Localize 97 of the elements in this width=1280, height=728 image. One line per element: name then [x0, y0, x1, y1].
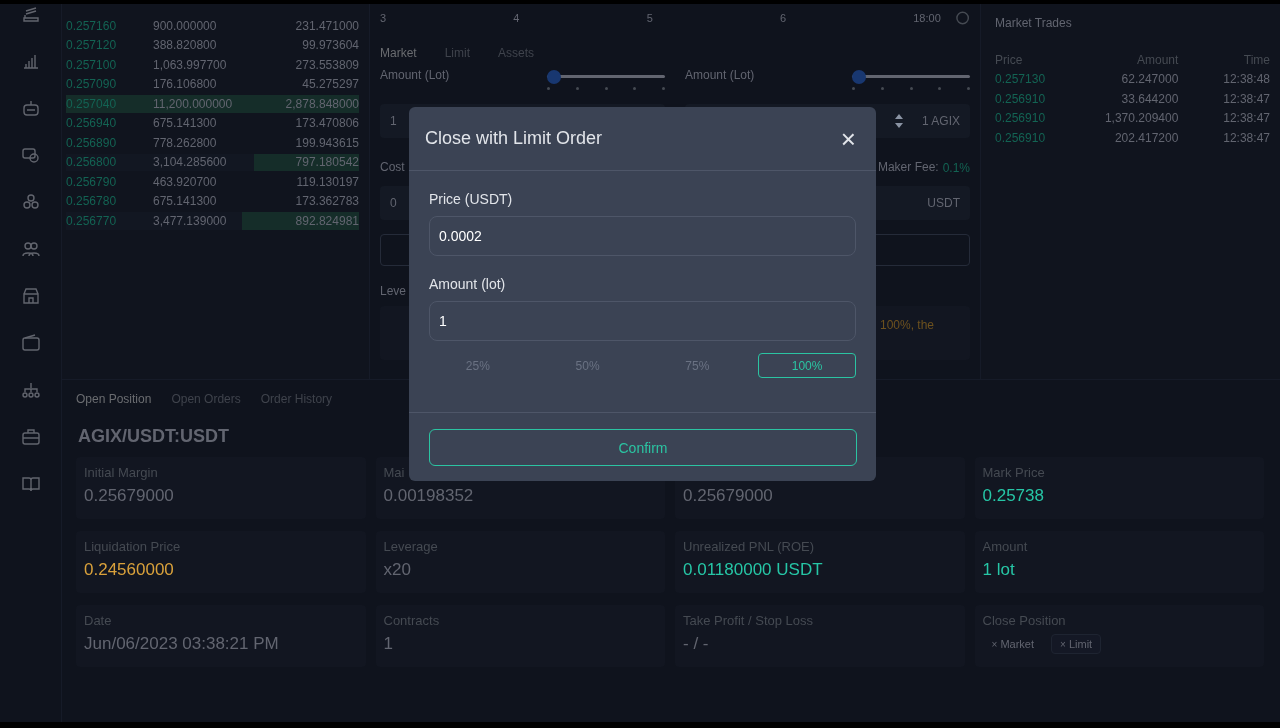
warning-text: 100%, the	[879, 318, 934, 332]
position-tab[interactable]: Open Position	[76, 392, 152, 406]
amount-cell-text: 33.644200	[1120, 91, 1179, 106]
axis-label: 3	[380, 12, 388, 24]
cost-label: Cost	[380, 160, 405, 176]
dialog-title: Close with Limit Order	[425, 128, 603, 149]
axis-label: 6	[779, 12, 788, 24]
price-cell-text: 0.256940	[66, 116, 118, 131]
time-cell-text: 12:38:47	[1222, 111, 1270, 126]
price-cell-text: 0.257100	[66, 57, 118, 72]
total-cell: 892.824981	[295, 213, 359, 228]
price-cell-text: 0.256890	[66, 135, 118, 150]
amount-cell-text: 388.820800	[153, 38, 218, 53]
amount-cell-text: 3,477.139000	[153, 213, 228, 228]
price-cell-text: 0.256780	[66, 194, 118, 209]
exchange-icon[interactable]	[20, 145, 41, 165]
amount-label: Amount (Lot)	[685, 68, 755, 82]
amount-cell-text: 463.920700	[153, 174, 218, 189]
total-cell: 231.471000	[295, 18, 359, 33]
wallet-icon[interactable]	[20, 333, 41, 353]
amount-cell-text: 900.000000	[153, 18, 218, 33]
total-cell: 99.973604	[302, 38, 359, 53]
card-value: 1	[383, 634, 393, 654]
confirm-button[interactable]: Confirm	[429, 429, 857, 466]
fee-label: Maker Fee:	[877, 160, 939, 174]
price-cell-text: 0.256790	[66, 174, 118, 189]
card-value: 0.25679000	[683, 486, 773, 506]
axis-label: 18:00	[913, 12, 941, 24]
card-value: 0.00198352	[383, 486, 474, 506]
card-value: Jun/06/2023 03:38:21 PM	[84, 634, 279, 654]
total-cell: 173.470806	[295, 116, 359, 131]
total-cell: 119.130197	[296, 174, 359, 189]
amount-cell-text: 176.106800	[153, 77, 218, 92]
amount-cell-text: 11,200.000000	[153, 96, 234, 111]
card-value: - / -	[683, 634, 709, 654]
hierarchy-icon[interactable]	[20, 380, 41, 400]
slider-thumb[interactable]	[547, 70, 561, 84]
users-icon[interactable]	[20, 239, 41, 259]
amount-slider[interactable]	[852, 70, 970, 92]
price-cell-text: 0.257160	[66, 18, 118, 33]
amount-cell-text: 1,063.997700	[153, 57, 228, 72]
amount-cell-text: 202.417200	[1113, 130, 1179, 145]
axis-label: 5	[646, 12, 654, 24]
close-button[interactable]: ×	[840, 125, 856, 152]
card-value: 1 lot	[982, 560, 1015, 580]
robot-icon[interactable]	[20, 98, 41, 118]
total-cell: 199.943615	[295, 135, 359, 150]
input-field[interactable]: 0.0002	[429, 216, 856, 256]
briefcase-icon[interactable]	[20, 427, 41, 447]
settings-icon[interactable]	[954, 10, 970, 26]
slider-thumb[interactable]	[852, 70, 866, 84]
card-value: 0.24560000	[84, 560, 174, 580]
total-cell: 45.275297	[302, 77, 359, 92]
total-cell: 273.553809	[295, 57, 359, 72]
amount-cell-text: 1,370.209400	[1103, 111, 1179, 126]
field-label: Amount (lot)	[429, 276, 507, 292]
close-button[interactable]: × Limit	[1051, 634, 1102, 654]
amount-cell-text: 778.262800	[153, 135, 218, 150]
symbol-title: AGIX/USDT:USDT	[78, 426, 230, 447]
store-icon[interactable]	[20, 286, 41, 306]
total-cell: 797.180542	[295, 155, 359, 170]
stepper-icon[interactable]	[893, 112, 904, 130]
amount-cell-text: 3,104.285600	[153, 155, 228, 170]
amount-label: Amount (Lot)	[380, 68, 450, 82]
price-cell-text: 0.256910	[995, 91, 1047, 106]
axis-label: 4	[513, 12, 521, 24]
price-cell-text: 0.257090	[66, 77, 118, 92]
input-field[interactable]: 1	[429, 301, 856, 341]
close-button[interactable]: × Market	[982, 634, 1044, 654]
fee-value: 0.1%	[942, 161, 970, 175]
amount-cell-text: 62.247000	[1120, 72, 1179, 87]
price-cell-text: 0.256910	[995, 130, 1047, 145]
price-cell-text: 0.256910	[995, 111, 1047, 126]
price-cell-text: 0.257120	[66, 38, 118, 53]
amount-slider[interactable]	[547, 70, 665, 92]
time-cell-text: 12:38:47	[1222, 91, 1270, 106]
card-value: 0.25679000	[84, 486, 174, 506]
amount-cell-text: 675.141300	[153, 116, 218, 131]
panel-title: Market Trades	[995, 16, 1073, 32]
coins-icon[interactable]	[20, 192, 41, 212]
price-cell-text: 0.256770	[66, 213, 118, 228]
leverage-label: Leve	[380, 284, 407, 300]
total-cell: 2,878.848000	[285, 96, 359, 111]
price-cell-text: 0.256800	[66, 155, 118, 170]
time-cell-text: 12:38:47	[1222, 130, 1270, 145]
amount-cell-text: 675.141300	[153, 194, 218, 209]
time-cell-text: 12:38:48	[1222, 72, 1270, 87]
card-value: x20	[383, 560, 411, 580]
field-label: Price (USDT)	[429, 191, 514, 207]
order-type-tab[interactable]: Market	[380, 42, 425, 64]
book-icon[interactable]	[20, 474, 41, 494]
percent-button[interactable]: 100%	[758, 353, 856, 378]
total-cell: 173.362783	[295, 194, 359, 209]
price-cell-text: 0.257130	[995, 72, 1047, 87]
card-value: 0.25738	[982, 486, 1044, 506]
card-value: 0.01180000 USDT	[683, 560, 823, 580]
stack-icon[interactable]	[20, 4, 41, 24]
